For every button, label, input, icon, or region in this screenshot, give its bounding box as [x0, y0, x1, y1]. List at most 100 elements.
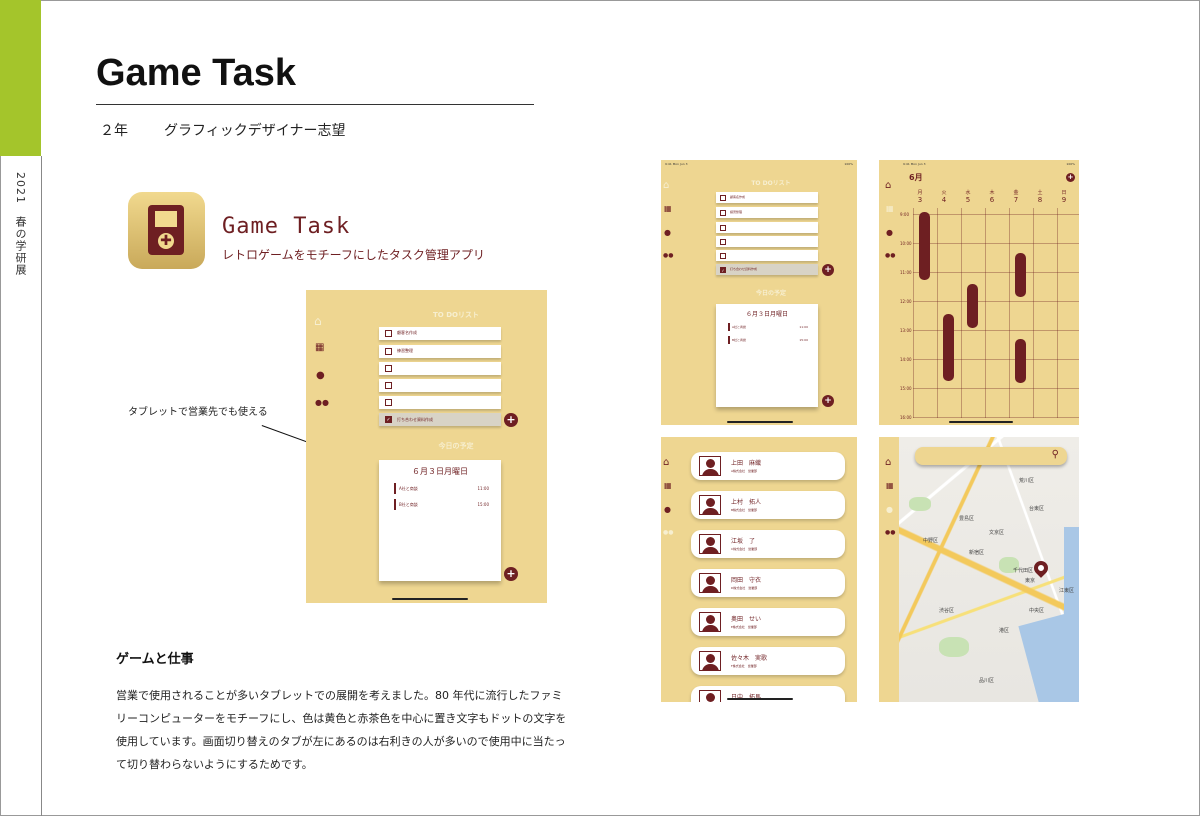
contact-card[interactable]: 江坂 了 C株式会社 営業部	[691, 530, 845, 558]
checkbox[interactable]	[385, 365, 392, 372]
avatar-icon	[699, 690, 721, 702]
people-icon[interactable]: ●●	[663, 252, 673, 259]
location-icon[interactable]: ●	[886, 228, 893, 237]
search-icon[interactable]: ⚲	[1052, 449, 1059, 460]
home-icon[interactable]: ⌂	[663, 457, 669, 468]
home-indicator	[949, 421, 1013, 423]
add-event-button[interactable]: +	[1066, 173, 1075, 182]
people-icon[interactable]: ●●	[885, 529, 895, 536]
calendar-day-header[interactable]: 水5	[961, 190, 975, 204]
avatar-icon	[699, 651, 721, 671]
home-icon[interactable]: ⌂	[885, 180, 891, 191]
todo-row[interactable]: 練習整理	[379, 345, 501, 358]
calendar-event[interactable]	[1015, 339, 1026, 383]
schedule-item[interactable]: A社と商談 11:00	[394, 483, 489, 494]
contact-company: C株式会社 営業部	[731, 547, 758, 551]
home-indicator	[727, 698, 793, 700]
aspiration-label: グラフィックデザイナー志望	[164, 123, 346, 139]
map-label: 新宿区	[969, 550, 985, 556]
people-icon[interactable]: ●●	[315, 398, 329, 407]
calendar-day-header[interactable]: 日9	[1057, 190, 1071, 204]
home-icon[interactable]: ⌂	[314, 314, 322, 328]
map-label: 文京区	[989, 530, 1005, 536]
avatar-icon	[699, 534, 721, 554]
schedule-title: 今日の予定	[438, 442, 474, 450]
calendar-icon[interactable]: ▦	[315, 342, 324, 353]
todo-row[interactable]	[716, 222, 818, 233]
calendar-hour-label: 11:00	[900, 270, 912, 275]
todo-row-done[interactable]: ✓ 打ち合わせ資料作成	[379, 413, 501, 426]
checkbox-checked[interactable]: ✓	[385, 416, 392, 423]
add-schedule-button[interactable]: +	[822, 395, 834, 407]
todo-row[interactable]	[716, 250, 818, 261]
home-icon[interactable]: ⌂	[885, 457, 891, 468]
calendar-hour-label: 14:00	[900, 357, 912, 362]
calendar-event[interactable]	[967, 284, 978, 328]
add-schedule-button[interactable]: +	[504, 567, 518, 581]
calendar-icon[interactable]: ▦	[664, 481, 672, 490]
contact-card[interactable]: 佐々木 実歌 F株式会社 営業部	[691, 647, 845, 675]
grade-label: ２年	[100, 123, 128, 139]
calendar-day-header[interactable]: 火4	[937, 190, 951, 204]
side-nav: ⌂ ▦ ● ●●	[306, 290, 334, 603]
location-icon[interactable]: ●	[664, 505, 671, 514]
todo-row[interactable]: 練習整理	[716, 207, 818, 218]
schedule-card: ６月３日月曜日 A社と商談 11:00 B社と商談 15:00	[379, 460, 501, 581]
checkbox[interactable]	[385, 399, 392, 406]
map-search-bar[interactable]: ⚲	[915, 447, 1067, 465]
calendar-icon[interactable]: ▦	[886, 481, 894, 490]
home-icon[interactable]: ⌂	[663, 180, 669, 191]
calendar-icon[interactable]: ▦	[664, 204, 672, 213]
calendar-icon[interactable]: ▦	[886, 204, 894, 213]
avatar-icon	[699, 573, 721, 593]
contact-name: 奥田 せい	[731, 616, 762, 623]
contact-card[interactable]: 上村 拓人 B株式会社 営業部	[691, 491, 845, 519]
calendar-event[interactable]	[1015, 253, 1026, 297]
map-label: 千代田区	[1013, 568, 1034, 574]
todo-row[interactable]: 顧客名作成	[716, 192, 818, 203]
contact-company: F株式会社 営業部	[731, 664, 757, 668]
map-pin-icon[interactable]	[1031, 558, 1051, 578]
contact-card[interactable]: 上田 麻織 A株式会社 営業部	[691, 452, 845, 480]
schedule-item[interactable]: B社と商談 15:00	[394, 499, 489, 510]
todo-row-done[interactable]: ✓ 打ち合わせ資料作成	[716, 264, 818, 275]
add-todo-button[interactable]: +	[504, 413, 518, 427]
todo-row[interactable]	[379, 379, 501, 392]
calendar-event[interactable]	[919, 212, 930, 280]
add-todo-button[interactable]: +	[822, 264, 834, 276]
people-icon[interactable]: ●●	[663, 529, 673, 536]
checkbox[interactable]	[385, 348, 392, 355]
checkbox[interactable]	[385, 330, 392, 337]
contact-card[interactable]: 奥田 せい E株式会社 営業部	[691, 608, 845, 636]
location-icon[interactable]: ●	[664, 228, 671, 237]
map-label: 港区	[999, 628, 1010, 634]
map-label: 品川区	[979, 678, 995, 684]
map-label: 豊島区	[959, 516, 975, 522]
avatar-icon	[699, 612, 721, 632]
calendar-day-header[interactable]: 木6	[985, 190, 999, 204]
people-icon[interactable]: ●●	[885, 252, 895, 259]
calendar-day-header[interactable]: 土8	[1033, 190, 1047, 204]
todo-row[interactable]	[379, 362, 501, 375]
title-divider	[96, 104, 534, 105]
calendar-day-header[interactable]: 月3	[913, 190, 927, 204]
todo-row[interactable]	[716, 236, 818, 247]
schedule-card: ６月３日月曜日 A社と商談 11:00 B社と商談 15:00	[716, 304, 818, 407]
home-indicator	[727, 421, 793, 423]
calendar-hour-label: 10:00	[900, 241, 912, 246]
tablet-mockup-main: ⌂ ▦ ● ●● TO DOリスト 顧客名作成 練習整理 ✓ 打ち合わせ資料作成…	[306, 290, 547, 603]
calendar-event[interactable]	[943, 314, 954, 381]
avatar-icon	[699, 456, 721, 476]
checkbox[interactable]	[385, 382, 392, 389]
map-view[interactable]: 中野区 新宿区 千代田区 東京 文京区 台東区 港区 渋谷区 品川区 豊島区 荒川区 中央区 江東区 ⚲	[899, 437, 1079, 702]
map-label: 渋谷区	[939, 608, 955, 614]
contact-card[interactable]: 岡田 守衣 D株式会社 営業部	[691, 569, 845, 597]
todo-row[interactable]: 顧客名作成	[379, 327, 501, 340]
calendar-day-header[interactable]: 金7	[1009, 190, 1023, 204]
todo-row[interactable]	[379, 396, 501, 409]
location-icon[interactable]: ●	[316, 370, 325, 381]
map-label: 東京	[1025, 578, 1036, 584]
avatar-icon	[699, 495, 721, 515]
exhibition-label: 2021 春の学研展	[14, 172, 27, 276]
location-icon[interactable]: ●	[886, 505, 893, 514]
